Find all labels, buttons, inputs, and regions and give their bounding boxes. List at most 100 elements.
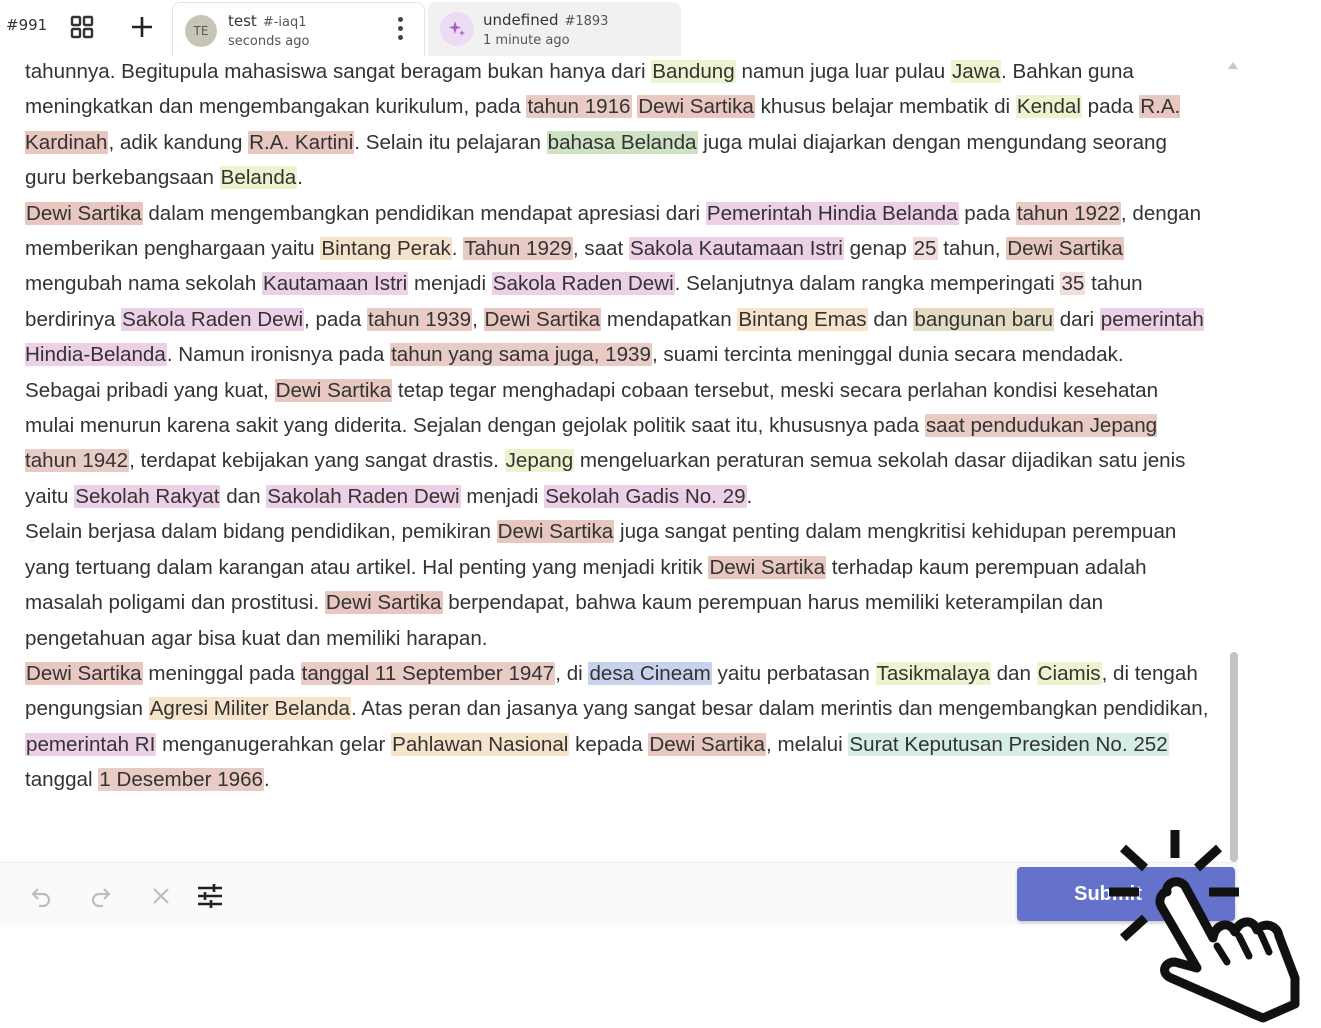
entity-date[interactable]: tahun yang sama juga, 1939: [390, 343, 652, 367]
entity-thing[interactable]: bangunan baru: [913, 307, 1054, 331]
plain-text: menjadi: [408, 272, 492, 296]
plain-text: kepada: [569, 732, 649, 756]
entity-document[interactable]: Surat Keputusan Presiden No. 252: [848, 732, 1169, 756]
entity-organization[interactable]: Kautamaan Istri: [262, 272, 409, 296]
entity-location[interactable]: Tasikmalaya: [875, 661, 991, 685]
entity-place[interactable]: desa Cineam: [588, 661, 712, 685]
plain-text: tahun,: [937, 237, 1007, 261]
plain-text: , di: [555, 661, 589, 685]
tab-title-text: test: [228, 12, 257, 30]
tab-test[interactable]: TE test #-iaq1 seconds ago: [172, 2, 425, 56]
entity-date[interactable]: tahun 1916: [526, 95, 632, 119]
entity-person[interactable]: Dewi Sartika: [648, 732, 766, 756]
plain-text: tanggal: [25, 768, 99, 792]
plain-text: .: [746, 484, 753, 508]
plain-text: dalam mengembangkan pendidikan mendapat …: [142, 201, 706, 225]
entity-organization[interactable]: Pemerintah Hindia Belanda: [705, 201, 959, 225]
redo-icon-glyph: [91, 888, 111, 908]
plus-icon: [132, 17, 152, 37]
entity-award[interactable]: Bintang Perak: [320, 237, 452, 261]
plain-text: meninggal pada: [142, 661, 301, 685]
entity-date[interactable]: 1 Desember 1966: [98, 768, 265, 792]
plain-text: khusus belajar membatik di: [754, 95, 1016, 119]
entity-person[interactable]: R.A. Kartini: [248, 130, 355, 154]
plain-text: . Namun ironisnya pada: [166, 343, 391, 367]
close-icon[interactable]: [144, 879, 178, 913]
plain-text: pada: [958, 201, 1016, 225]
sparkle-icon: [440, 12, 474, 46]
tab-undefined[interactable]: undefined #1893 1 minute ago: [428, 2, 681, 56]
annotation-text-area[interactable]: tahunnya. Begitupula mahasiswa sangat be…: [0, 56, 1238, 862]
entity-award[interactable]: Bintang Emas: [737, 307, 868, 331]
annotated-text[interactable]: tahunnya. Begitupula mahasiswa sangat be…: [25, 56, 1210, 798]
plain-text: .: [264, 768, 270, 792]
entity-organization[interactable]: Sakola Kautamaan Istri: [628, 237, 844, 261]
paragraph: Dewi Sartika meninggal pada tanggal 11 S…: [25, 656, 1210, 798]
entity-location[interactable]: Jawa: [950, 60, 1002, 83]
entity-date[interactable]: tahun 1939: [367, 307, 473, 331]
entity-location[interactable]: Jepang: [504, 449, 575, 473]
entity-date[interactable]: tanggal 11 September 1947: [300, 661, 556, 685]
entity-person[interactable]: Dewi Sartika: [483, 307, 602, 331]
entity-organization[interactable]: Sakola Raden Dewi: [491, 272, 675, 296]
entity-award[interactable]: Agresi Militer Belanda: [148, 697, 351, 721]
plain-text: , melalui: [766, 732, 849, 756]
tab-id: #-iaq1: [262, 15, 307, 30]
plain-text: dan: [867, 307, 914, 331]
redo-icon[interactable]: [84, 879, 118, 913]
entity-organization[interactable]: pemerintah RI: [25, 732, 157, 756]
entity-number[interactable]: 25: [912, 237, 938, 261]
scroll-up-arrow[interactable]: [1228, 62, 1238, 69]
plain-text: . Selanjutnya dalam rangka memperingati: [674, 272, 1061, 296]
plain-text: .: [451, 237, 464, 261]
entity-organization[interactable]: Sekolah Gadis No. 29: [544, 484, 747, 508]
entity-number[interactable]: 35: [1060, 272, 1086, 296]
plain-text: mengubah nama sekolah: [25, 272, 262, 296]
entity-person[interactable]: Dewi Sartika: [324, 591, 443, 615]
more-vertical-icon[interactable]: [396, 17, 404, 45]
tab-id: #1893: [564, 14, 609, 29]
tab-time: 1 minute ago: [483, 33, 570, 48]
plain-text: dan: [990, 661, 1037, 685]
plain-text: mendapatkan: [601, 307, 738, 331]
plain-text: , suami tercinta meninggal dunia secara …: [651, 343, 1124, 367]
entity-person[interactable]: Dewi Sartika: [25, 661, 143, 685]
entity-organization[interactable]: Sakolah Raden Dewi: [266, 484, 461, 508]
grid-icon-glyph: [70, 15, 94, 39]
add-tab-icon[interactable]: [124, 9, 160, 45]
plain-text: yaitu perbatasan: [711, 661, 876, 685]
entity-person[interactable]: Dewi Sartika: [637, 95, 755, 119]
tab-time: seconds ago: [228, 34, 310, 49]
undo-icon-glyph: [31, 888, 51, 908]
entity-location[interactable]: Ciamis: [1036, 661, 1102, 685]
entity-location[interactable]: Kendal: [1015, 95, 1082, 119]
plain-text: tahunnya. Begitupula mahasiswa sangat be…: [25, 60, 652, 83]
entity-person[interactable]: Dewi Sartika: [25, 201, 143, 225]
plain-text: namun juga luar pulau: [735, 60, 951, 83]
plain-text: dan: [220, 484, 267, 508]
undo-icon[interactable]: [24, 879, 58, 913]
plain-text: ,: [472, 307, 484, 331]
tab-title-text: undefined: [483, 11, 559, 29]
plain-text: , terdapat kebijakan yang sangat drastis…: [129, 449, 505, 473]
entity-award[interactable]: Pahlawan Nasional: [391, 732, 570, 756]
pointer-hand-icon: [1109, 830, 1300, 1023]
entity-person[interactable]: Dewi Sartika: [274, 378, 393, 402]
entity-location[interactable]: Bandung: [651, 60, 736, 83]
entity-person[interactable]: Dewi Sartika: [496, 520, 615, 544]
entity-location[interactable]: Belanda: [219, 166, 298, 190]
entity-date[interactable]: Tahun 1929: [463, 237, 573, 261]
grid-icon[interactable]: [64, 9, 100, 45]
entity-language[interactable]: bahasa Belanda: [546, 130, 698, 154]
settings-sliders-icon[interactable]: [193, 879, 227, 913]
entity-organization[interactable]: Sekolah Rakyat: [74, 484, 221, 508]
close-icon-glyph: [153, 888, 169, 904]
entity-person[interactable]: Dewi Sartika: [708, 555, 827, 579]
entity-person[interactable]: Dewi Sartika: [1006, 237, 1124, 261]
entity-organization[interactable]: Sakola Raden Dewi: [121, 307, 305, 331]
plain-text: menjadi: [460, 484, 545, 508]
entity-date[interactable]: tahun 1922: [1015, 201, 1121, 225]
sliders-icon-glyph: [198, 884, 222, 908]
tab-title: test #-iaq1: [228, 12, 307, 30]
plain-text: Sebagai pribadi yang kuat,: [25, 378, 275, 402]
